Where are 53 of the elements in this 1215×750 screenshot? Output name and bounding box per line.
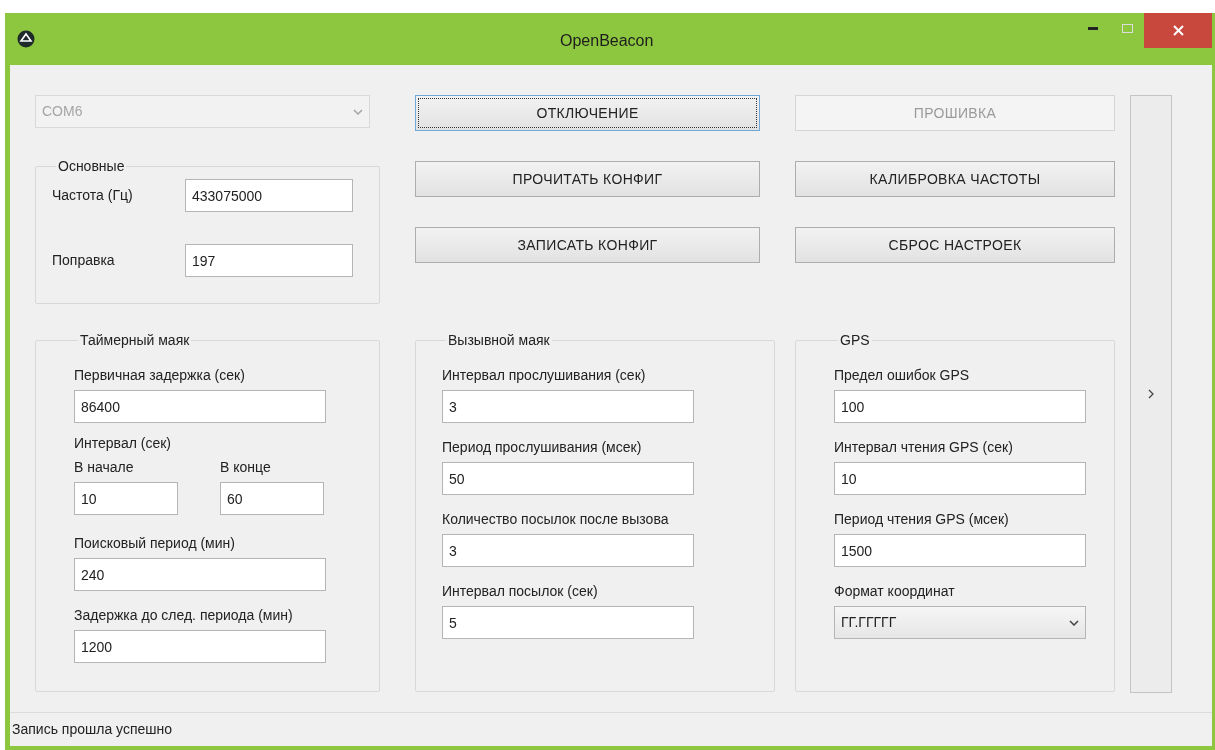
field-label: Предел ошибок GPS [834, 366, 971, 385]
text-field[interactable]: 433075000 [185, 179, 353, 212]
field-label: В начале [74, 458, 135, 477]
text-field[interactable]: 1200 [74, 630, 326, 663]
maximize-icon [1121, 23, 1133, 33]
minimize-icon [1088, 26, 1098, 30]
dropdown-value: ГГ.ГГГГГ [841, 613, 897, 632]
close-button[interactable] [1144, 13, 1212, 48]
text-field[interactable]: 10 [834, 462, 1086, 495]
field-label: Период прослушивания (мсек) [442, 438, 643, 457]
status-text: Запись прошла успешно [12, 720, 172, 739]
field-label: Задержка до след. периода (мин) [74, 606, 294, 625]
field-label: Формат координат [834, 582, 956, 601]
action-button[interactable]: СБРОС НАСТРОЕК [795, 227, 1115, 263]
field-label: Количество посылок после вызова [442, 510, 670, 529]
text-field[interactable]: 50 [442, 462, 694, 495]
text-field[interactable]: 1500 [834, 534, 1086, 567]
window-title: OpenBeacon [560, 31, 654, 51]
chevron-down-icon [353, 108, 363, 115]
group-title: Таймерный маяк [79, 331, 191, 350]
text-field[interactable]: 197 [185, 244, 353, 277]
dropdown-value: COM6 [42, 102, 83, 121]
chevron-right-icon [1148, 389, 1154, 399]
group-title: Вызывной маяк [447, 331, 551, 350]
field-label: Интервал посылок (сек) [442, 582, 599, 601]
text-field[interactable]: 100 [834, 390, 1086, 423]
field-label: Поисковый период (мин) [74, 534, 236, 553]
text-field[interactable]: 86400 [74, 390, 326, 423]
action-button[interactable]: ЗАПИСАТЬ КОНФИГ [415, 227, 760, 263]
group-title: Основные [57, 157, 126, 176]
action-button[interactable]: ОТКЛЮЧЕНИЕ [415, 95, 760, 131]
chevron-down-icon [1069, 619, 1079, 626]
field-label: Частота (Гц) [52, 186, 134, 205]
text-field[interactable]: 240 [74, 558, 326, 591]
action-button[interactable]: КАЛИБРОВКА ЧАСТОТЫ [795, 161, 1115, 197]
field-label: В конце [220, 458, 272, 477]
text-field[interactable]: 60 [220, 482, 324, 515]
field-label: Интервал (сек) [74, 435, 171, 451]
group-title: GPS [839, 331, 871, 350]
app-logo-icon [17, 30, 35, 48]
text-field[interactable]: 3 [442, 534, 694, 567]
field-label: Интервал чтения GPS (сек) [834, 438, 1014, 457]
field-label: Первичная задержка (сек) [74, 366, 246, 385]
format-dropdown[interactable]: ГГ.ГГГГГ [834, 606, 1086, 639]
expand-button[interactable] [1130, 95, 1172, 693]
close-icon [1172, 25, 1184, 36]
field-label: Поправка [52, 251, 116, 270]
field-label: Период чтения GPS (мсек) [834, 510, 1010, 529]
text-field[interactable]: 3 [442, 390, 694, 423]
text-field[interactable]: 10 [74, 482, 178, 515]
action-button[interactable]: ПРОЧИТАТЬ КОНФИГ [415, 161, 760, 197]
field-label: Интервал прослушивания (сек) [442, 366, 647, 385]
text-field[interactable]: 5 [442, 606, 694, 639]
